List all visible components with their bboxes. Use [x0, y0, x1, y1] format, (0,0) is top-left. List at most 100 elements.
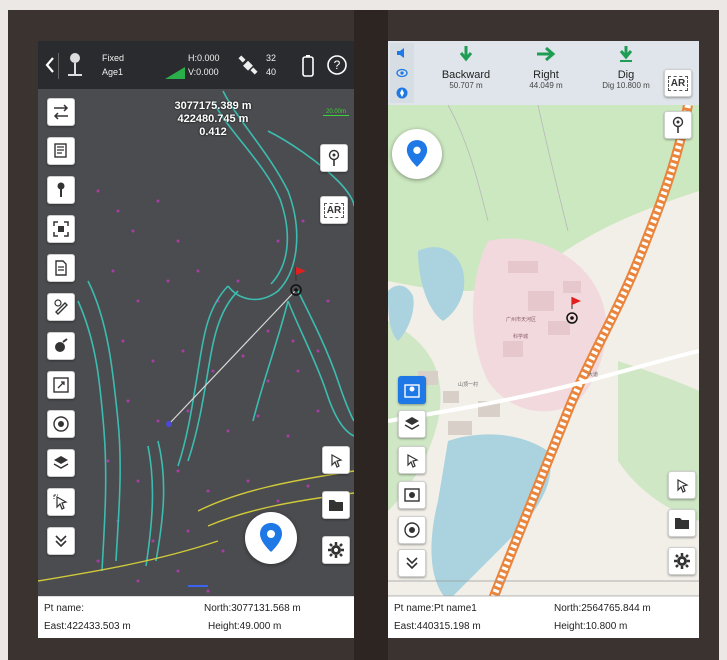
- visibility-icon[interactable]: [390, 63, 414, 83]
- paint-icon: [55, 338, 68, 352]
- pole-settings-button[interactable]: [664, 111, 692, 139]
- layers-book-icon: [54, 143, 67, 158]
- focus-icon: [53, 221, 69, 237]
- gear-icon: [674, 553, 690, 569]
- select-tool-button[interactable]: [668, 471, 696, 499]
- svg-text:?: ?: [334, 58, 341, 72]
- survey-pole-icon: [672, 116, 684, 133]
- expand-more-button[interactable]: [47, 527, 75, 555]
- pen-icon: [54, 299, 68, 315]
- locate-me-button[interactable]: [245, 512, 297, 564]
- map-point-icon: [404, 384, 420, 398]
- folder-button[interactable]: [322, 491, 350, 519]
- north-readout: 3077175.389 m: [174, 100, 252, 112]
- layers-button[interactable]: [47, 449, 75, 477]
- focus-button[interactable]: [47, 215, 75, 243]
- status-bar: Fixed Age1 H:0.000 V:0.000 32 40 ?: [38, 41, 354, 89]
- select-arrow-icon: [677, 478, 689, 493]
- dig-arrow-icon: [619, 46, 633, 62]
- settings-button[interactable]: [668, 547, 696, 575]
- ar-label: AR: [323, 202, 345, 218]
- panel-divider: [354, 10, 388, 660]
- nav-backward: Backward 50.707 m: [426, 45, 506, 90]
- target-button[interactable]: [398, 516, 426, 544]
- transfer-button[interactable]: [47, 98, 75, 126]
- select-button[interactable]: [47, 488, 75, 516]
- left-phone-screen: Fixed Age1 H:0.000 V:0.000 32 40 ? 30771…: [38, 41, 354, 638]
- distance-readout: 0.412: [199, 126, 227, 138]
- map-point-button[interactable]: [398, 376, 426, 404]
- arrow-right-icon: [537, 46, 556, 62]
- pole-settings-button[interactable]: [320, 144, 348, 172]
- right-point-info-bar: Pt name:Pt name1 North:2564765.844 m Eas…: [388, 596, 699, 638]
- layers-button[interactable]: [398, 410, 426, 438]
- select-tool-button[interactable]: [322, 446, 350, 474]
- folder-icon: [329, 500, 343, 511]
- nav-backward-value: 50.707 m: [449, 81, 483, 90]
- select-arrow-icon: [331, 453, 343, 468]
- age-label: Age1: [102, 67, 124, 77]
- battery-icon: [302, 55, 314, 77]
- expand-more-button[interactable]: [398, 549, 426, 577]
- folder-button[interactable]: [668, 509, 696, 537]
- help-icon[interactable]: ?: [326, 54, 348, 76]
- layer-book-button[interactable]: [47, 137, 75, 165]
- east-readout: 422480.745 m: [177, 113, 249, 125]
- satellite-icon: [238, 55, 258, 75]
- ar-button[interactable]: AR: [320, 196, 348, 224]
- location-pin-icon: [406, 140, 428, 167]
- camera-target-button[interactable]: [398, 481, 426, 509]
- nav-dig: Dig Dig 10.800 m: [586, 45, 666, 90]
- compass-icon[interactable]: [390, 83, 414, 103]
- zoom-extent-icon: [53, 377, 69, 393]
- nav-dig-value: Dig 10.800 m: [602, 81, 650, 90]
- nav-backward-label: Backward: [441, 69, 491, 81]
- ar-button[interactable]: AR: [664, 69, 692, 97]
- nav-right-value: 44.049 m: [529, 81, 563, 90]
- point-north: North:2564765.844 m: [554, 603, 651, 614]
- layers-icon: [53, 456, 69, 469]
- back-arrow-icon[interactable]: [44, 56, 56, 74]
- nav-right: Right 44.049 m: [506, 45, 586, 90]
- satellites-used: 32: [266, 53, 277, 63]
- target-icon: [53, 416, 69, 432]
- survey-pole-button[interactable]: [47, 176, 75, 204]
- nav-side-icons: [390, 43, 414, 103]
- v-precision: V:0.000: [188, 67, 219, 77]
- right-phone-screen: Backward 50.707 m Right 44.049 m Dig Dig…: [388, 41, 699, 638]
- document-button[interactable]: [47, 254, 75, 282]
- point-east: East:422433.503 m: [44, 621, 131, 632]
- target-icon: [404, 522, 420, 538]
- locate-me-button[interactable]: [392, 129, 442, 179]
- select-button[interactable]: [398, 446, 426, 474]
- nav-right-label: Right: [533, 69, 559, 81]
- survey-pole-icon: [328, 149, 340, 166]
- map-label-campus: 科学城: [513, 334, 529, 340]
- coordinate-readout: 3077175.389 m 422480.745 m 0.412: [138, 100, 288, 139]
- settings-button[interactable]: [322, 536, 350, 564]
- layers-icon: [404, 417, 420, 430]
- camera-target-icon: [404, 488, 420, 502]
- chevron-double-down-icon: [406, 557, 418, 570]
- pen-button[interactable]: [47, 293, 75, 321]
- point-height: Height:10.800 m: [554, 621, 628, 632]
- point-north: North:3077131.568 m: [204, 603, 301, 614]
- map-label-area: 广州市天河区: [506, 317, 537, 323]
- document-icon: [55, 260, 67, 276]
- zoom-extent-button[interactable]: [47, 371, 75, 399]
- right-map-canvas[interactable]: [388, 41, 699, 638]
- point-east: East:440315.198 m: [394, 621, 481, 632]
- speaker-icon[interactable]: [390, 43, 414, 63]
- map-label-road: 大道: [588, 372, 599, 378]
- paint-button[interactable]: [47, 332, 75, 360]
- signal-bars-icon: [165, 67, 185, 79]
- status-separator: [58, 53, 59, 79]
- gear-icon: [328, 542, 344, 558]
- point-name: Pt name:Pt name1: [394, 603, 477, 614]
- transfer-icon: [53, 104, 69, 120]
- arrow-down-icon: [459, 46, 473, 62]
- scale-bar: 20.00m: [323, 109, 349, 116]
- satellites-total: 40: [266, 67, 277, 77]
- map-label-village: 山顶一村: [458, 382, 479, 388]
- target-button[interactable]: [47, 410, 75, 438]
